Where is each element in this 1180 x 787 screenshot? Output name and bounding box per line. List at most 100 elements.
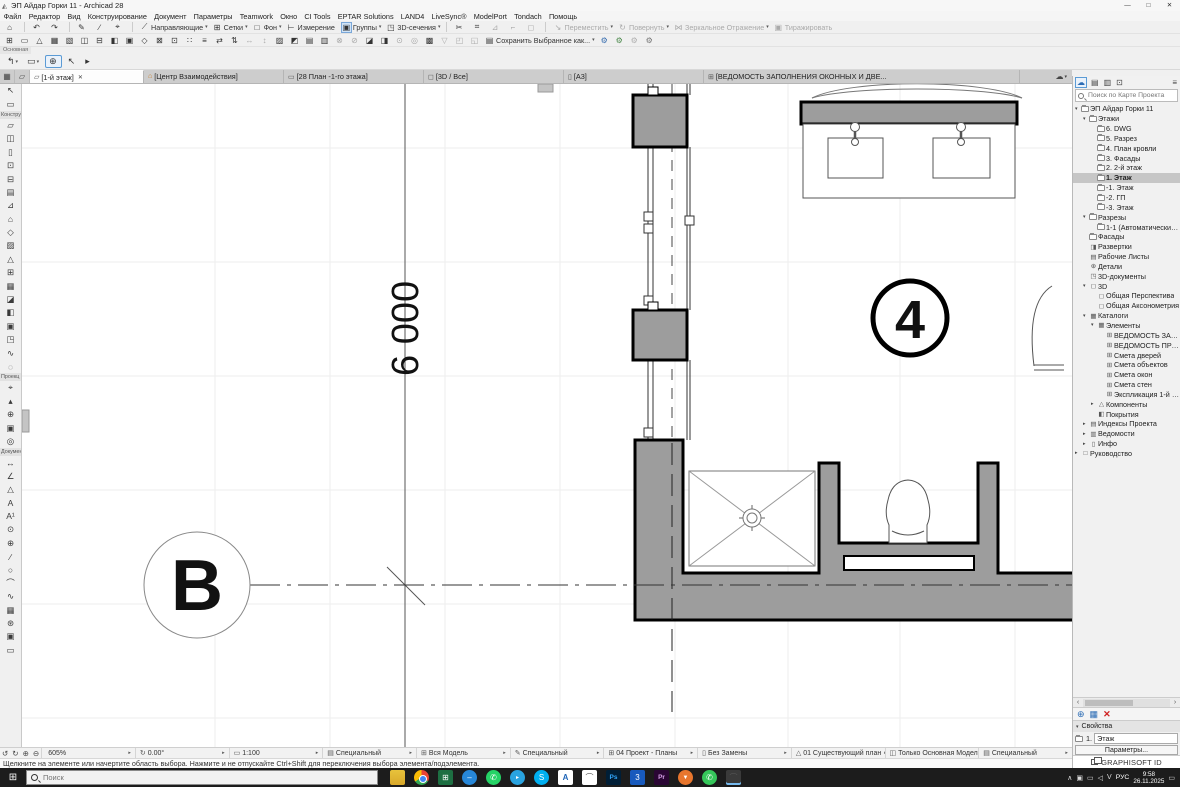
tree-item[interactable]: ◧ Покрытия [1073, 409, 1180, 419]
menu-item[interactable]: Tondach [511, 12, 546, 21]
scrollbar-thumb[interactable] [1085, 700, 1133, 706]
toolbar-button[interactable]: ◪ [362, 34, 377, 46]
quick-option[interactable]: ◫ Только Основная Модель ▸ [885, 748, 979, 758]
toolbar-button[interactable]: ⇄ [212, 34, 227, 46]
tree-item[interactable]: ⊞ Смета стен [1073, 380, 1180, 390]
toolbox-tool[interactable]: △ [0, 253, 21, 266]
menu-item[interactable]: Помощь [545, 12, 580, 21]
toolbar-button[interactable]: ◎ [407, 34, 422, 46]
toolbox-tool[interactable]: A¹ [0, 510, 21, 523]
toolbar-button[interactable]: ◳ 3D-сечения ▾ [383, 21, 442, 33]
toolbox-tool[interactable]: ▱ [0, 119, 21, 132]
quick-option[interactable]: ✎ Специальный ▸ [510, 748, 604, 758]
toolbox-tool[interactable]: △ [0, 483, 21, 496]
menu-item[interactable]: LiveSync® [428, 12, 470, 21]
taskbar-app-icon[interactable]: ✆ [702, 770, 717, 785]
notification-icon[interactable]: ▭ [1168, 774, 1175, 782]
tab-close-icon[interactable]: ✕ [78, 74, 83, 81]
tree-item[interactable]: ▸ ▥ Ведомости [1073, 429, 1180, 439]
taskbar-app-icon[interactable]: ⌒ [726, 770, 741, 785]
quick-option[interactable]: ⊞ 04 Проект - Планы ▸ [603, 748, 697, 758]
toolbar-button[interactable]: ⊗ [332, 34, 347, 46]
tree-item[interactable]: ⊞ ВЕДОМОСТЬ ЗАПОЛНЕНИЯ ОК [1073, 330, 1180, 340]
toolbox-tool[interactable]: ⊛ [0, 617, 21, 630]
tree-item[interactable]: ▸ ▯ Инфо [1073, 439, 1180, 449]
property-value-field[interactable]: Этаж [1094, 733, 1178, 744]
toolbox-tool[interactable]: ○ [0, 563, 21, 576]
tray-icon[interactable]: ▣ [1076, 774, 1083, 782]
navigator-search[interactable] [1075, 89, 1178, 102]
toolbox-tool[interactable]: ▣ [0, 421, 21, 434]
toolbar-button[interactable]: ⊞ [2, 34, 17, 46]
quick-option[interactable]: △ 01 Существующий план ▸ [791, 748, 885, 758]
toolbox-tool[interactable]: ⊞ [0, 266, 21, 279]
navigator-scrollbar[interactable]: ‹ › [1073, 697, 1180, 707]
toolbox-tool[interactable]: ∕ [0, 550, 21, 563]
gear-icon-button[interactable]: ⚙ [612, 34, 627, 46]
navigator-mode-icon[interactable]: ▥ [1103, 78, 1113, 87]
language-indicator[interactable]: РУС [1116, 774, 1130, 781]
toolbox-tool[interactable]: ▴ [0, 395, 21, 408]
toolbar-button[interactable]: ≡ [197, 34, 212, 46]
toolbar-button[interactable]: ✎ [74, 21, 92, 33]
tree-item[interactable]: ⊞ Смета окон [1073, 370, 1180, 380]
zoom-control-icon[interactable]: ⊕ [21, 749, 31, 758]
toolbar-button[interactable]: ⊢ Измерение [284, 21, 339, 33]
toolbar-button[interactable]: ⌖ [110, 21, 128, 33]
toolbar-button[interactable]: ▩ [422, 34, 437, 46]
tree-item[interactable]: ◨ Развертки [1073, 242, 1180, 252]
taskbar-app-icon[interactable]: S [534, 770, 549, 785]
mini-toolbar-button[interactable]: ⊕ [45, 55, 62, 68]
toolbar-button[interactable]: ↷ [47, 21, 65, 33]
navigator-mode-icon[interactable]: ☁ [1075, 77, 1087, 88]
menu-item[interactable]: ModelPort [470, 12, 510, 21]
zoom-control-icon[interactable]: ↺ [0, 749, 10, 758]
toolbar-button[interactable]: ▦ [47, 34, 62, 46]
tabbar-view-button[interactable]: ▦ [0, 70, 15, 83]
window-control-button[interactable]: □ [1138, 0, 1159, 11]
tree-item[interactable]: ▤ Рабочие Листы [1073, 252, 1180, 262]
vanity-unit[interactable] [801, 84, 1022, 198]
quick-option[interactable]: ▭ 1:100 ▸ [229, 748, 323, 758]
toolbar-button[interactable]: ✂ [451, 21, 469, 33]
toolbox-tool[interactable]: ▦ [0, 603, 21, 616]
toolbox-tool[interactable]: ▦ [0, 279, 21, 292]
toolbar-button[interactable]: ▥ [317, 34, 332, 46]
toolbar-button[interactable]: ◫ [77, 34, 92, 46]
taskbar-app-icon[interactable]: ▸ [510, 770, 525, 785]
tree-item[interactable]: ⊞ Смета объектов [1073, 360, 1180, 370]
toolbar-button[interactable] [541, 22, 546, 32]
tree-item[interactable]: ▾ ◻ 3D [1073, 281, 1180, 291]
menu-item[interactable]: CI Tools [301, 12, 334, 21]
tree-item[interactable]: ▸ △ Компоненты [1073, 399, 1180, 409]
navigator-mode-icon[interactable]: ⊡ [1115, 78, 1124, 87]
menu-item[interactable]: Teamwork [236, 12, 276, 21]
menu-item[interactable]: LAND4 [397, 12, 428, 21]
toolbar-button[interactable]: ⋈ Зеркальное Отражение ▾ [671, 21, 771, 33]
menu-item[interactable]: Вид [64, 12, 84, 21]
toolbar-button[interactable]: ▣ [122, 34, 137, 46]
toolbox-tool[interactable]: ▨ [0, 239, 21, 252]
taskbar-app-icon[interactable]: Ps [606, 770, 621, 785]
tray-icon[interactable]: V [1107, 774, 1112, 782]
navigator-mode-icon[interactable]: ≡ [1171, 78, 1178, 87]
tree-item[interactable]: ▾ ▦ Элементы [1073, 321, 1180, 331]
tree-item[interactable]: -3. Этаж [1073, 202, 1180, 212]
toolbar-button[interactable]: ∕ [92, 21, 110, 33]
toolbar-button[interactable]: ◱ [467, 34, 482, 46]
tree-item[interactable]: ▾ ЭП Айдар Горки 11 [1073, 104, 1180, 114]
toolbar-button[interactable]: ◻ [523, 21, 541, 33]
taskbar-app-icon[interactable]: ✆ [486, 770, 501, 785]
tree-item[interactable]: -1. Этаж [1073, 183, 1180, 193]
toolbox-tool[interactable]: ↔ [0, 456, 21, 469]
clock[interactable]: 9:58 26.11.2025 [1133, 771, 1164, 785]
toolbox-tool[interactable]: Проекц [0, 373, 21, 381]
dimension-6000[interactable]: 6 000 [385, 281, 427, 376]
zoom-control-icon[interactable]: ↻ [10, 749, 20, 758]
tray-icon[interactable]: ◁ [1098, 774, 1103, 782]
menu-item[interactable]: EPTAR Solutions [334, 12, 397, 21]
tree-item[interactable]: ⊞ ВЕДОМОСТЬ ПРОЕМОВ [1073, 340, 1180, 350]
toolbox-tool[interactable]: ⌒ [0, 577, 21, 590]
toolbar-button[interactable]: ⊡ [167, 34, 182, 46]
toolbar-button[interactable]: ▭ [17, 34, 32, 46]
